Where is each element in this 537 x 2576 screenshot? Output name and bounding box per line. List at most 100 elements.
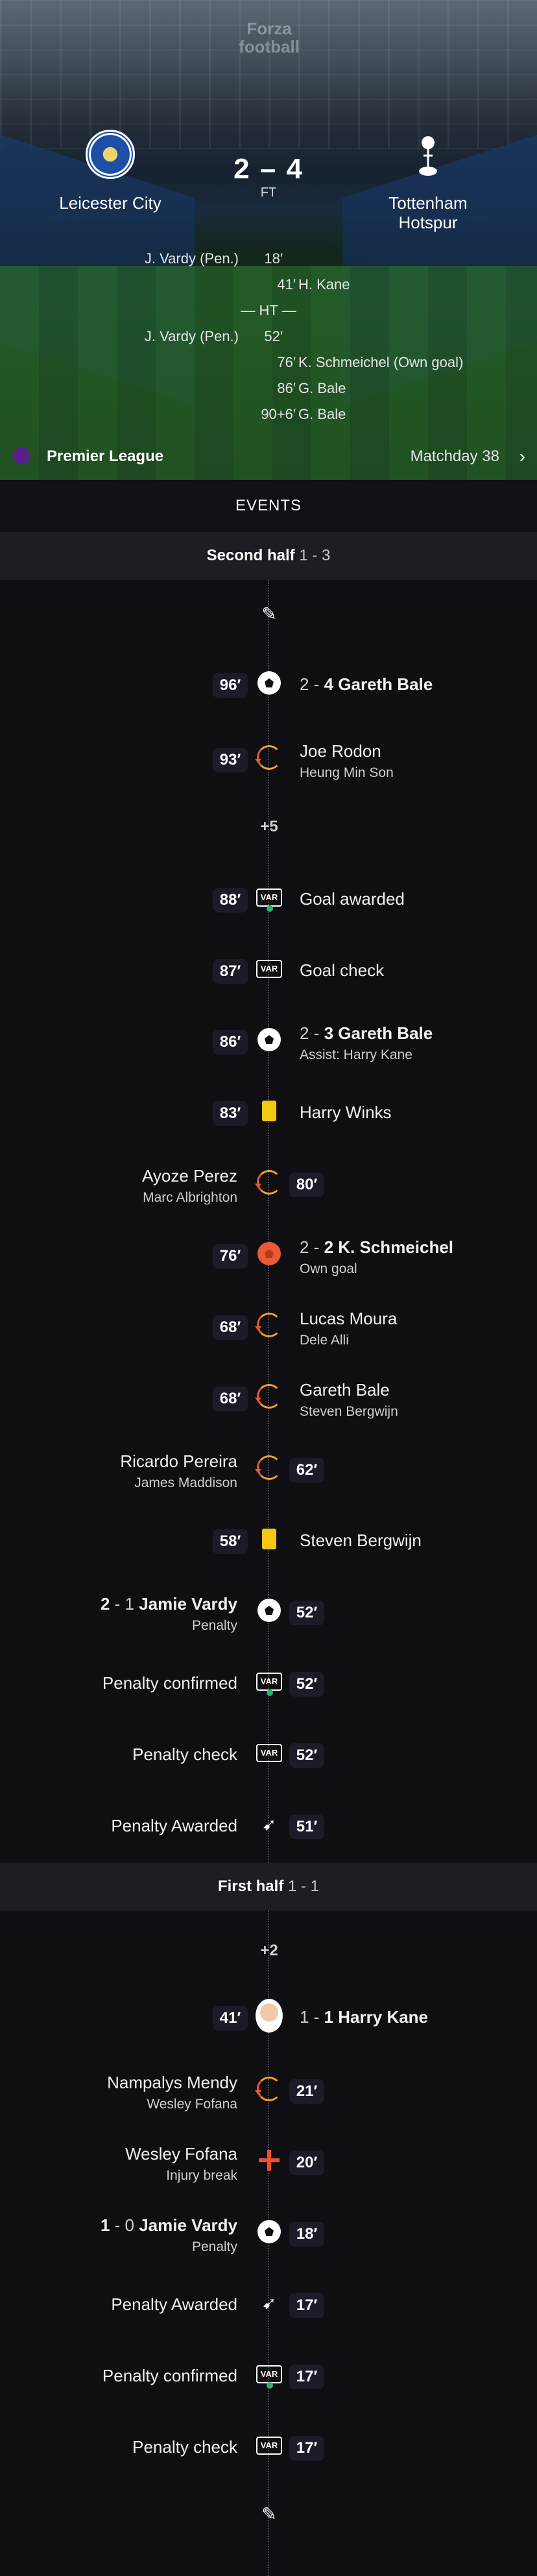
event-text: Joe Rodon Heung Min Son bbox=[300, 741, 394, 781]
scorer-row: 41′ H. Kane bbox=[0, 272, 537, 298]
scorer-name: G. Bale bbox=[298, 380, 346, 396]
event-icon-wrap bbox=[255, 1454, 283, 1481]
event-icon-wrap bbox=[256, 1240, 283, 1267]
event-text: Goal check bbox=[300, 960, 384, 981]
event-row[interactable]: 80′ Ayoze Perez Marc Albrighton bbox=[0, 1156, 537, 1214]
event-row[interactable]: ✎ bbox=[0, 587, 537, 645]
player-name: Penalty Awarded bbox=[111, 1816, 237, 1835]
event-row[interactable]: 68′ Gareth Bale Steven Bergwijn bbox=[0, 1370, 537, 1428]
football-icon bbox=[257, 1599, 281, 1622]
event-title: 2 - 4 Gareth Bale bbox=[300, 674, 433, 695]
event-row[interactable]: 76′ 2 - 2 K. Schmeichel Own goal bbox=[0, 1227, 537, 1285]
minute-pill: 88′ bbox=[213, 888, 248, 912]
score-bold: 3 bbox=[324, 1023, 334, 1043]
event-row[interactable]: VAR 87′ Goal check bbox=[0, 942, 537, 1001]
event-row[interactable]: 41′ 1 - 1 Harry Kane bbox=[0, 1989, 537, 2047]
event-row[interactable]: +2 bbox=[0, 1924, 537, 1983]
event-row[interactable]: 83′ Harry Winks bbox=[0, 1084, 537, 1143]
event-score: - 0 bbox=[110, 2215, 134, 2235]
whistle-icon: ✎ bbox=[261, 603, 277, 624]
player-name: Penalty check bbox=[132, 2437, 237, 2457]
player-name: Penalty Awarded bbox=[111, 2295, 237, 2314]
event-text: 2 - 4 Gareth Bale bbox=[300, 674, 433, 695]
event-title: Wesley Fofana bbox=[125, 2144, 237, 2164]
scorer-name: J. Vardy (Pen.) bbox=[144, 250, 239, 267]
event-row[interactable]: 93′ Joe Rodon Heung Min Son bbox=[0, 731, 537, 789]
league-bar[interactable]: Premier League Matchday 38 › bbox=[0, 433, 537, 480]
score-bold: 1 bbox=[324, 2007, 334, 2027]
player-name: Wesley Fofana bbox=[125, 2144, 237, 2164]
minute-pill: 17′ bbox=[289, 2293, 324, 2318]
minute-pill: 58′ bbox=[213, 1529, 248, 1554]
event-row[interactable]: 21′ Nampalys Mendy Wesley Fofana bbox=[0, 2062, 537, 2121]
yellow-card-icon bbox=[262, 1529, 276, 1549]
event-title: Joe Rodon bbox=[300, 741, 394, 761]
event-row[interactable]: 58′ Steven Bergwijn bbox=[0, 1512, 537, 1571]
player-name: Gareth Bale bbox=[300, 1380, 390, 1400]
event-row[interactable]: ➹ 17′ Penalty Awarded bbox=[0, 2276, 537, 2335]
event-subtitle: Heung Min Son bbox=[300, 765, 394, 780]
event-title: Penalty confirmed bbox=[102, 1673, 237, 1693]
player-name: Penalty confirmed bbox=[102, 2366, 237, 2385]
event-title: Lucas Moura bbox=[300, 1309, 397, 1329]
event-title: 2 - 1 Jamie Vardy bbox=[101, 1594, 237, 1614]
event-row[interactable]: 86′ 2 - 3 Gareth Bale Assist: Harry Kane bbox=[0, 1013, 537, 1071]
football-icon bbox=[257, 1028, 281, 1051]
event-icon-wrap bbox=[255, 1383, 283, 1410]
event-row[interactable]: 20′ Wesley Fofana Injury break bbox=[0, 2134, 537, 2192]
event-text: Harry Winks bbox=[300, 1103, 392, 1123]
player-name: Steven Bergwijn bbox=[300, 1531, 422, 1550]
event-subtitle: Penalty bbox=[191, 2239, 237, 2254]
event-text: 1 - 0 Jamie Vardy Penalty bbox=[101, 2215, 237, 2255]
event-text: Penalty check bbox=[132, 2437, 237, 2457]
event-icon-wrap: ➹ bbox=[256, 1811, 283, 1838]
event-row[interactable]: 18′ 1 - 0 Jamie Vardy Penalty bbox=[0, 2205, 537, 2263]
event-row[interactable]: VAR 17′ Penalty confirmed bbox=[0, 2348, 537, 2406]
event-row[interactable]: 68′ Lucas Moura Dele Alli bbox=[0, 1298, 537, 1357]
event-icon-wrap bbox=[255, 744, 283, 771]
away-team[interactable]: Tottenham Hotspur bbox=[363, 130, 493, 232]
var-icon: VAR bbox=[256, 1673, 282, 1696]
event-row[interactable]: 62′ Ricardo Pereira James Maddison bbox=[0, 1441, 537, 1499]
event-icon-wrap: VAR bbox=[256, 1739, 283, 1767]
minute-pill: 62′ bbox=[289, 1458, 324, 1483]
event-icon-wrap: VAR bbox=[256, 2432, 283, 2459]
minute-pill: 86′ bbox=[213, 1030, 248, 1055]
event-row[interactable]: VAR 52′ Penalty check bbox=[0, 1726, 537, 1785]
player-name: Harry Winks bbox=[300, 1103, 392, 1122]
player-name: Lucas Moura bbox=[300, 1309, 398, 1328]
event-title: 1 - 0 Jamie Vardy bbox=[101, 2215, 237, 2236]
half-label: Second half bbox=[206, 547, 295, 564]
home-team[interactable]: Leicester City bbox=[39, 130, 182, 213]
event-row[interactable]: ✎ bbox=[0, 2487, 537, 2546]
first-half-header: First half 1 - 1 bbox=[0, 1863, 537, 1911]
match-score: 2 – 4 bbox=[233, 153, 304, 185]
event-subtitle: Assist: Harry Kane bbox=[300, 1047, 412, 1062]
event-row[interactable]: VAR 88′ Goal awarded bbox=[0, 871, 537, 929]
player-avatar bbox=[256, 1999, 283, 2033]
event-text: Ayoze Perez Marc Albrighton bbox=[142, 1166, 237, 1206]
minute-pill: 52′ bbox=[289, 1601, 324, 1625]
scorer-minute: 52′ bbox=[264, 328, 283, 344]
event-row[interactable]: VAR 17′ Penalty check bbox=[0, 2419, 537, 2477]
minute-pill: 41′ bbox=[213, 2006, 248, 2031]
event-icon-wrap bbox=[255, 1311, 283, 1339]
event-text: 2 - 3 Gareth Bale Assist: Harry Kane bbox=[300, 1023, 433, 1063]
event-icon-wrap: ➹ bbox=[256, 2289, 283, 2317]
event-row[interactable]: ➹ 51′ Penalty Awarded bbox=[0, 1798, 537, 1856]
match-page: Forza football Leicester City 2 – 4 FT T… bbox=[0, 0, 537, 2576]
event-score: 2 - bbox=[300, 1023, 324, 1043]
minute-pill: 80′ bbox=[289, 1173, 324, 1197]
halftime-marker: — HT — bbox=[241, 302, 296, 318]
event-row[interactable]: 52′ 2 - 1 Jamie Vardy Penalty bbox=[0, 1584, 537, 1642]
event-row[interactable]: 96′ 2 - 4 Gareth Bale bbox=[0, 656, 537, 715]
event-row[interactable]: +5 bbox=[0, 800, 537, 859]
event-title: Ayoze Perez bbox=[142, 1166, 237, 1186]
event-title: Harry Winks bbox=[300, 1103, 392, 1123]
scorer-row: J. Vardy (Pen.) 18′ bbox=[0, 246, 537, 272]
event-icon-wrap: VAR bbox=[256, 1668, 283, 1696]
event-row[interactable]: VAR 52′ Penalty confirmed bbox=[0, 1655, 537, 1713]
away-team-badge bbox=[403, 130, 453, 179]
whistle-icon: ✎ bbox=[261, 2503, 277, 2524]
var-icon: VAR bbox=[256, 1744, 282, 1762]
